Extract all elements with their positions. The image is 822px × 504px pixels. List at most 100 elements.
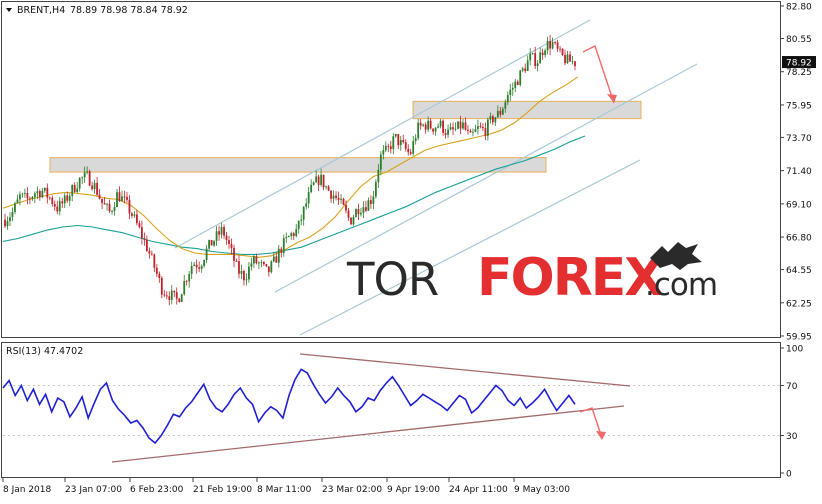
candle-body <box>145 239 148 252</box>
candle-body <box>302 206 305 220</box>
candle-body <box>235 260 238 262</box>
candle-body <box>101 198 103 204</box>
candle-body <box>526 60 529 71</box>
candle-body <box>551 42 554 49</box>
candle-body <box>58 201 61 212</box>
chart-header-ohlc: 78.89 78.98 78.84 78.92 <box>70 5 188 16</box>
candle-body <box>330 190 332 199</box>
candle-body <box>335 195 337 198</box>
candle-body <box>506 95 509 103</box>
candle-body <box>571 61 574 63</box>
candle-body <box>126 196 128 200</box>
rsi-indicator <box>2 353 780 463</box>
candle-body <box>459 121 462 129</box>
candle-body <box>63 195 66 204</box>
price-tick-label: 64.55 <box>786 266 812 276</box>
candle-body <box>213 240 215 246</box>
candle-body <box>111 211 113 212</box>
candle-body <box>472 131 474 133</box>
candle-body <box>372 196 375 204</box>
candle-body <box>280 248 283 253</box>
dropdown-triangle-icon[interactable] <box>6 8 12 12</box>
candle-body <box>163 294 166 296</box>
candle-body <box>417 122 420 139</box>
candle-body <box>392 136 395 150</box>
candle-body <box>360 212 362 215</box>
candle-body <box>491 116 494 123</box>
candle-body <box>384 145 387 151</box>
price-tick-label: 59.95 <box>786 333 812 343</box>
candle-body <box>200 265 203 269</box>
candle-body <box>123 196 126 198</box>
watermark-tor: TOR <box>346 253 438 306</box>
candle-body <box>449 127 452 130</box>
candle-body <box>434 127 437 132</box>
candle-body <box>439 120 442 127</box>
candle-body <box>332 195 335 199</box>
resistance-zones <box>49 100 642 173</box>
candle-body <box>409 152 412 154</box>
candle-body <box>496 110 499 118</box>
candle-body <box>300 219 303 221</box>
candle-body <box>422 124 425 126</box>
candle-body <box>143 238 146 240</box>
candle-body <box>365 207 367 211</box>
candle-body <box>210 240 213 246</box>
candle-body <box>175 292 178 299</box>
candle-body <box>489 116 492 120</box>
candle-body <box>524 68 527 71</box>
candle-body <box>158 273 161 278</box>
candle-body <box>516 81 519 86</box>
candle-body <box>33 193 36 198</box>
candle-body <box>382 150 385 155</box>
candle-body <box>357 209 360 215</box>
candle-body <box>574 61 576 67</box>
candle-body <box>399 140 402 146</box>
candle-body <box>337 197 340 200</box>
candle-body <box>327 186 330 191</box>
candle-body <box>243 271 245 281</box>
candle-body <box>414 138 417 141</box>
candle-body <box>71 184 74 196</box>
candle-body <box>96 182 98 195</box>
candle-body <box>86 171 89 173</box>
candle-body <box>160 277 163 295</box>
candle-body <box>140 227 143 239</box>
watermark-com: .com <box>645 267 717 303</box>
candle-body <box>36 191 39 194</box>
candle-body <box>566 54 569 64</box>
candle-body <box>230 244 233 248</box>
candle-body <box>257 262 260 264</box>
candle-body <box>41 190 44 198</box>
candle-body <box>377 169 380 183</box>
candle-body <box>544 50 547 55</box>
candle-body <box>11 211 14 218</box>
candle-body <box>131 213 133 216</box>
price-tick-label: 80.55 <box>786 35 812 45</box>
candle-body <box>150 253 153 255</box>
candle-body <box>76 188 79 192</box>
candle-body <box>479 126 482 127</box>
candle-body <box>185 281 188 282</box>
candle-body <box>369 200 372 204</box>
price-tick-label: 71.40 <box>786 167 812 177</box>
candle-body <box>549 40 552 49</box>
candle-body <box>173 290 176 293</box>
candle-body <box>340 198 342 200</box>
candle-body <box>133 214 136 216</box>
candle-body <box>452 127 454 130</box>
candle-body <box>223 227 225 236</box>
candle-body <box>53 203 56 207</box>
candle-body <box>248 266 250 280</box>
candle-body <box>561 48 564 55</box>
candle-body <box>477 126 479 130</box>
candle-body <box>325 186 327 188</box>
candle-body <box>501 108 504 115</box>
candle-body <box>559 48 561 50</box>
candle-body <box>118 192 121 202</box>
candle-body <box>121 196 123 202</box>
candle-body <box>511 87 514 90</box>
candle-body <box>457 121 459 129</box>
candle-body <box>6 221 9 227</box>
candle-body <box>240 271 243 274</box>
